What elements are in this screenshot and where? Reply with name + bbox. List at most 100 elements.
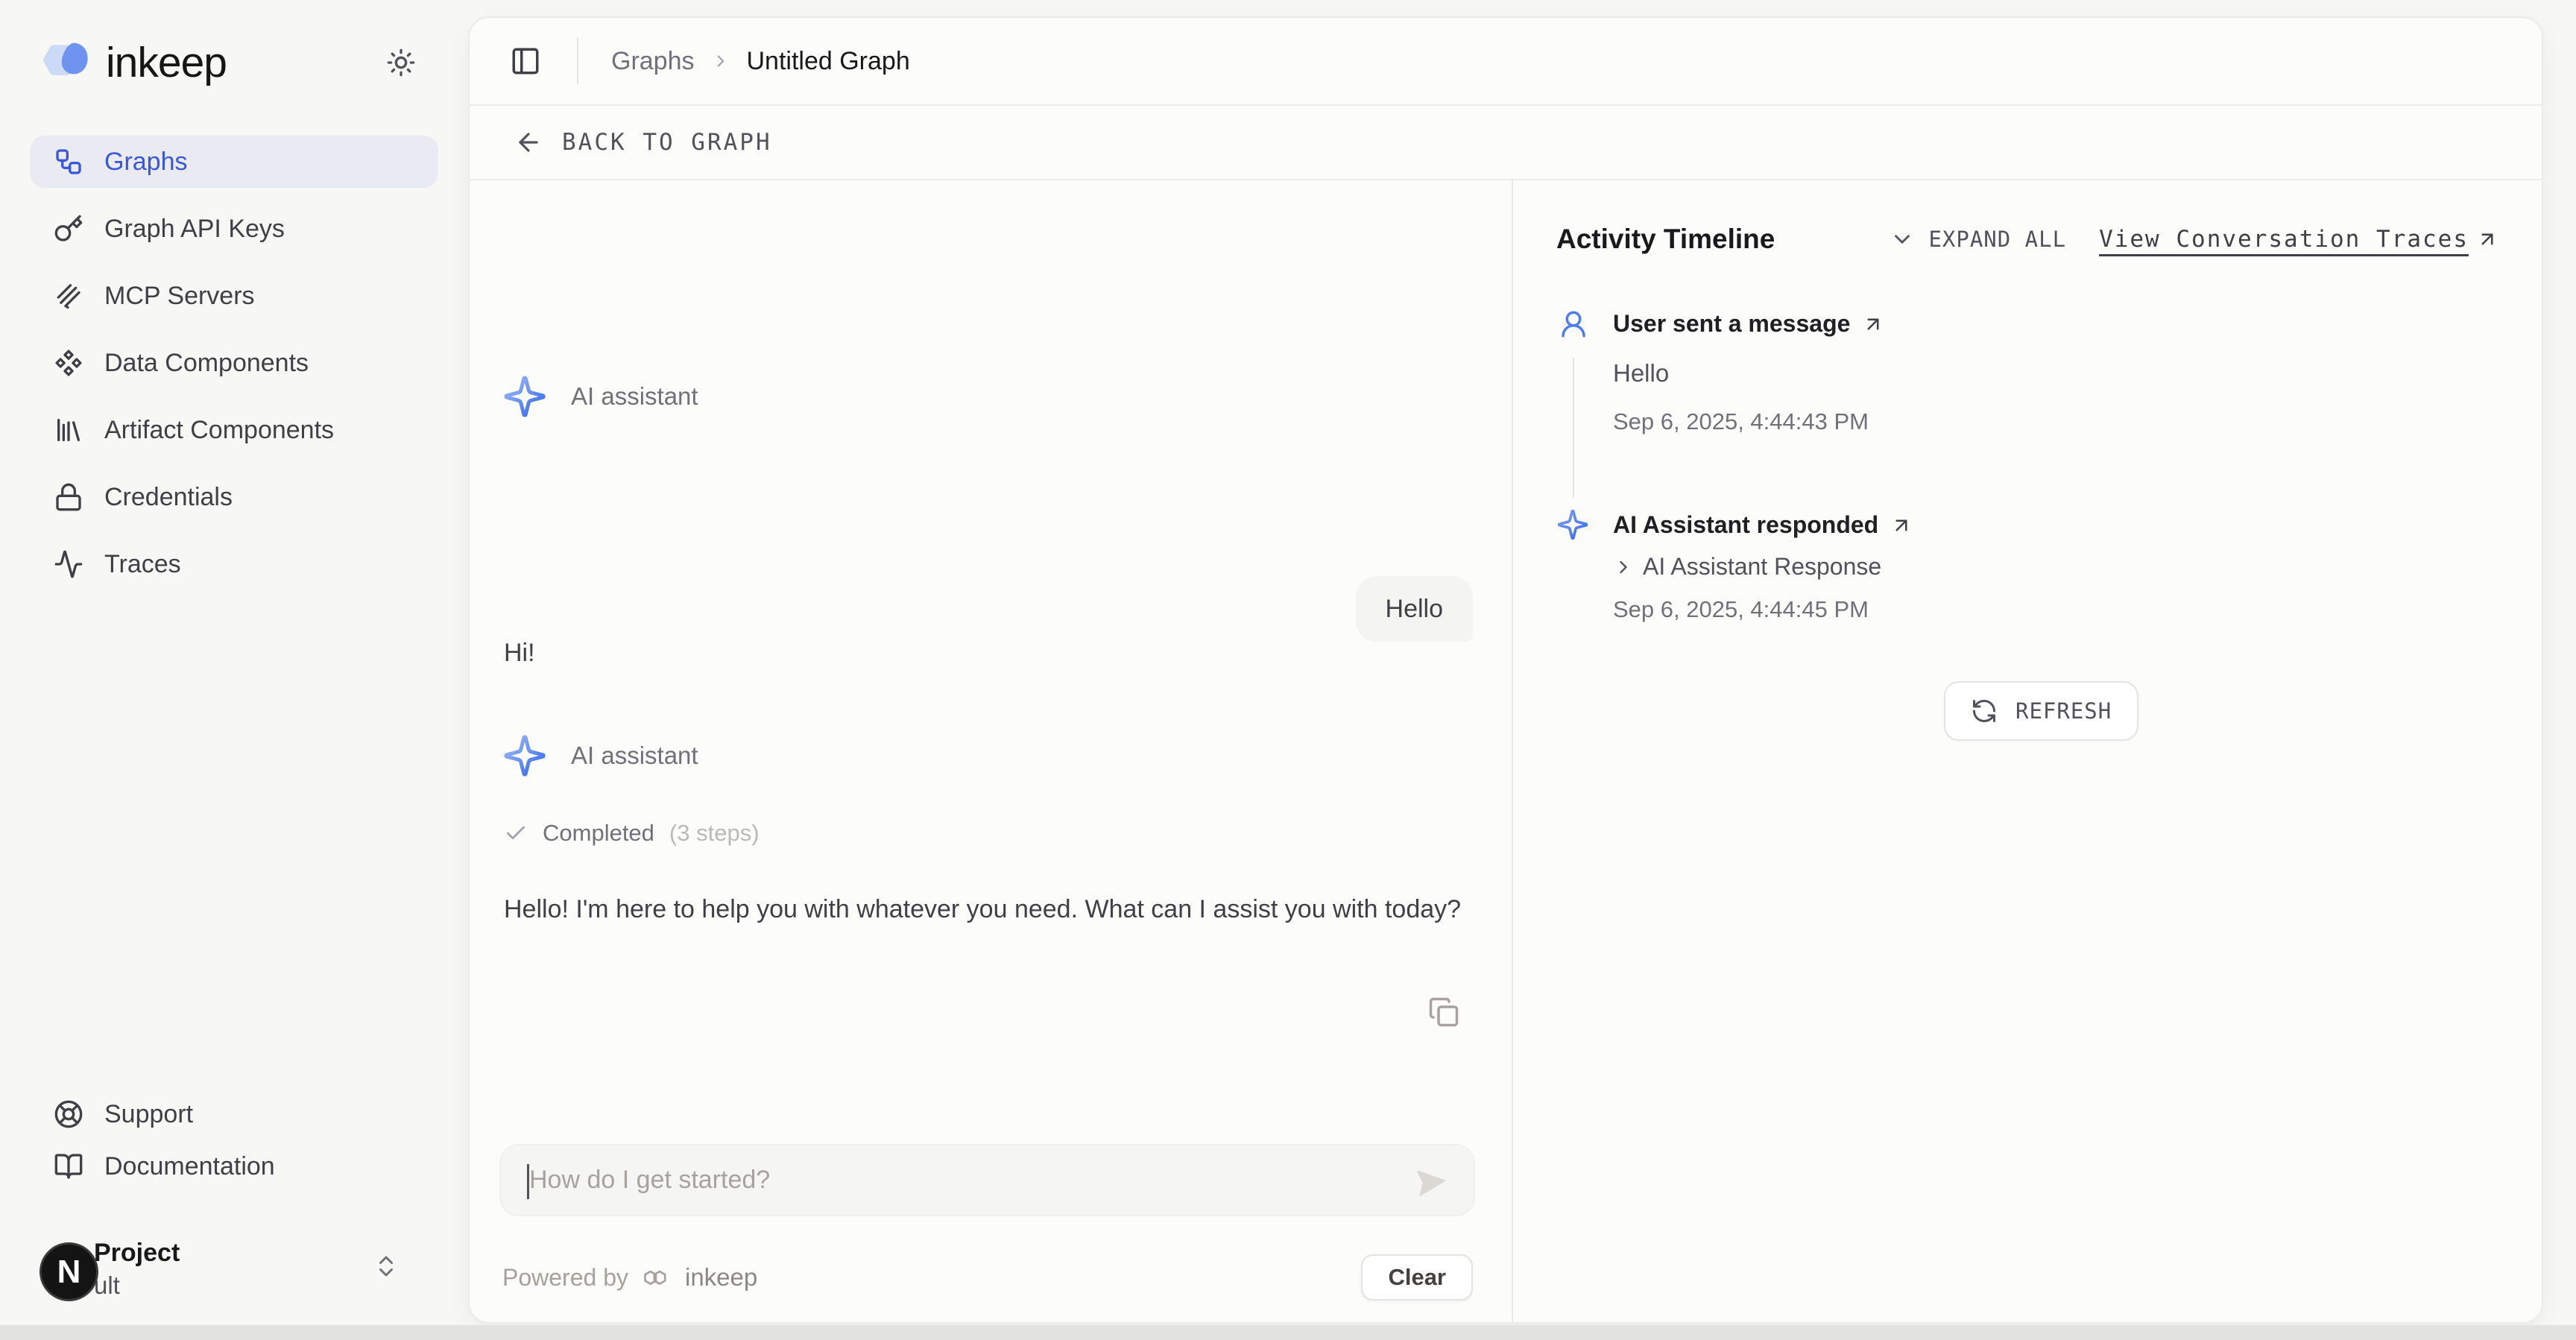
arrow-up-right-icon <box>1862 313 1884 335</box>
breadcrumb: Graphs Untitled Graph <box>611 47 910 76</box>
topbar: Graphs Untitled Graph <box>470 18 2542 106</box>
chat-input[interactable] <box>501 1145 1474 1215</box>
back-to-graph-button[interactable]: BACK TO GRAPH <box>470 106 2542 180</box>
refresh-button-label: REFRESH <box>2015 698 2112 724</box>
powered-by[interactable]: Powered by inkeep <box>502 1262 757 1292</box>
theme-toggle-sun-icon[interactable] <box>386 48 416 78</box>
assistant-label: AI assistant <box>571 382 698 411</box>
activity-icon <box>54 549 83 579</box>
key-icon <box>54 214 83 244</box>
project-title: Project <box>94 1239 180 1268</box>
sidebar-item-label: Credentials <box>104 483 233 512</box>
timeline-entry-body: Hello <box>1613 359 1669 388</box>
sidebar-item-artifact-components[interactable]: Artifact Components <box>30 404 438 456</box>
breadcrumb-graphs[interactable]: Graphs <box>611 47 695 76</box>
mcp-hatch-icon <box>54 281 83 311</box>
window-bottom-edge <box>0 1325 2576 1340</box>
entry-title-text: User sent a message <box>1613 310 1850 338</box>
component-icon <box>54 348 83 378</box>
sparkles-icon <box>502 733 547 778</box>
nextjs-dev-badge[interactable]: N <box>40 1242 98 1301</box>
back-to-graph-label: BACK TO GRAPH <box>562 129 772 156</box>
activity-timeline-panel: Activity Timeline EXPAND ALL View Conver… <box>1513 180 2542 1322</box>
timeline-entry-title[interactable]: User sent a message <box>1613 310 1884 338</box>
sidebar-item-label: Graph API Keys <box>104 215 285 244</box>
assistant-header-1: AI assistant <box>502 374 698 419</box>
timeline-header: Activity Timeline EXPAND ALL View Conver… <box>1556 216 2498 262</box>
refresh-button[interactable]: REFRESH <box>1944 681 2138 741</box>
chevrons-up-down-icon[interactable] <box>373 1251 400 1282</box>
clear-button[interactable]: Clear <box>1361 1254 1473 1301</box>
sidebar-item-data-components[interactable]: Data Components <box>30 337 438 389</box>
powered-by-label: Powered by <box>502 1264 628 1292</box>
inkeep-glyph-icon <box>639 1262 675 1292</box>
inkeep-logo-mark-icon <box>39 37 94 88</box>
view-conversation-traces-link[interactable]: View Conversation Traces <box>2099 226 2498 253</box>
entry-title-text: AI Assistant responded <box>1613 511 1878 539</box>
book-open-icon <box>54 1151 83 1181</box>
breadcrumb-current: Untitled Graph <box>747 47 910 76</box>
chat-input-container <box>499 1144 1475 1216</box>
timeline-connector <box>1573 358 1574 498</box>
expand-all-label: EXPAND ALL <box>1928 227 2066 252</box>
expander-label: AI Assistant Response <box>1643 553 1881 581</box>
copy-icon[interactable] <box>1428 996 1459 1028</box>
sidebar-item-label: MCP Servers <box>104 282 255 311</box>
library-icon <box>54 415 83 445</box>
inkeep-wordmark: inkeep <box>106 38 227 87</box>
panel-left-toggle-icon[interactable] <box>510 45 541 77</box>
sidebar-item-mcp-servers[interactable]: MCP Servers <box>30 270 438 322</box>
completion-status[interactable]: Completed (3 steps) <box>504 820 760 847</box>
user-message-bubble: Hello <box>1356 576 1473 642</box>
timeline-entry-title[interactable]: AI Assistant responded <box>1613 511 1913 539</box>
clear-button-label: Clear <box>1388 1264 1446 1291</box>
sidebar-item-graph-api-keys[interactable]: Graph API Keys <box>30 203 438 255</box>
sidebar-item-support[interactable]: Support <box>30 1088 438 1140</box>
chat-footer: Powered by inkeep Clear <box>502 1254 1473 1301</box>
sidebar-item-graphs[interactable]: Graphs <box>30 136 438 188</box>
text-caret <box>527 1164 529 1199</box>
assistant-label: AI assistant <box>571 742 698 770</box>
timeline-entry-timestamp: Sep 6, 2025, 4:44:45 PM <box>1613 596 1869 623</box>
expand-all-button[interactable]: EXPAND ALL <box>1890 227 2066 252</box>
sidebar-item-credentials[interactable]: Credentials <box>30 471 438 523</box>
project-selector[interactable]: Project ult N <box>30 1227 438 1309</box>
chevron-right-icon <box>711 51 730 71</box>
arrow-left-icon <box>514 128 543 157</box>
powered-by-brand: inkeep <box>685 1263 757 1292</box>
divider <box>577 38 578 84</box>
main-panel: Graphs Untitled Graph BACK TO GRAPH AI a… <box>468 16 2543 1324</box>
timeline-title: Activity Timeline <box>1556 224 1775 255</box>
sidebar-item-label: Traces <box>104 550 181 579</box>
arrow-up-right-icon <box>1890 514 1913 537</box>
sidebar: inkeep Graphs Graph API Keys MCP Servers <box>0 0 468 1325</box>
chevron-down-icon <box>1890 227 1915 252</box>
chevron-right-icon <box>1613 557 1634 578</box>
chat-panel: AI assistant Hi! Hello AI assistant Comp… <box>470 180 1513 1322</box>
sidebar-item-label: Documentation <box>104 1152 275 1181</box>
view-traces-label: View Conversation Traces <box>2099 226 2469 253</box>
assistant-message: Hello! I'm here to help you with whateve… <box>504 890 1473 929</box>
sparkles-icon <box>1556 508 1589 541</box>
sidebar-item-label: Graphs <box>104 148 188 177</box>
assistant-header-2: AI assistant <box>502 733 698 778</box>
sidebar-item-label: Artifact Components <box>104 416 334 445</box>
send-icon[interactable] <box>1412 1163 1450 1201</box>
lock-icon <box>54 482 83 512</box>
ai-response-expander[interactable]: AI Assistant Response <box>1613 553 1881 581</box>
sidebar-item-traces[interactable]: Traces <box>30 538 438 590</box>
check-icon <box>504 821 528 845</box>
inkeep-logo[interactable]: inkeep <box>39 37 227 88</box>
sparkles-icon <box>502 374 547 419</box>
nextjs-badge-letter: N <box>57 1254 81 1291</box>
sidebar-item-label: Data Components <box>104 349 309 378</box>
sidebar-item-documentation[interactable]: Documentation <box>30 1140 438 1192</box>
user-icon <box>1558 309 1589 340</box>
sidebar-nav: Graphs Graph API Keys MCP Servers Data C… <box>0 136 468 590</box>
life-buoy-icon <box>54 1099 83 1129</box>
arrow-up-right-icon <box>2476 228 2498 250</box>
timeline-entry-timestamp: Sep 6, 2025, 4:44:43 PM <box>1613 408 1869 435</box>
refresh-icon <box>1971 698 1998 724</box>
assistant-message: Hi! <box>504 639 535 668</box>
status-label: Completed <box>543 820 654 847</box>
